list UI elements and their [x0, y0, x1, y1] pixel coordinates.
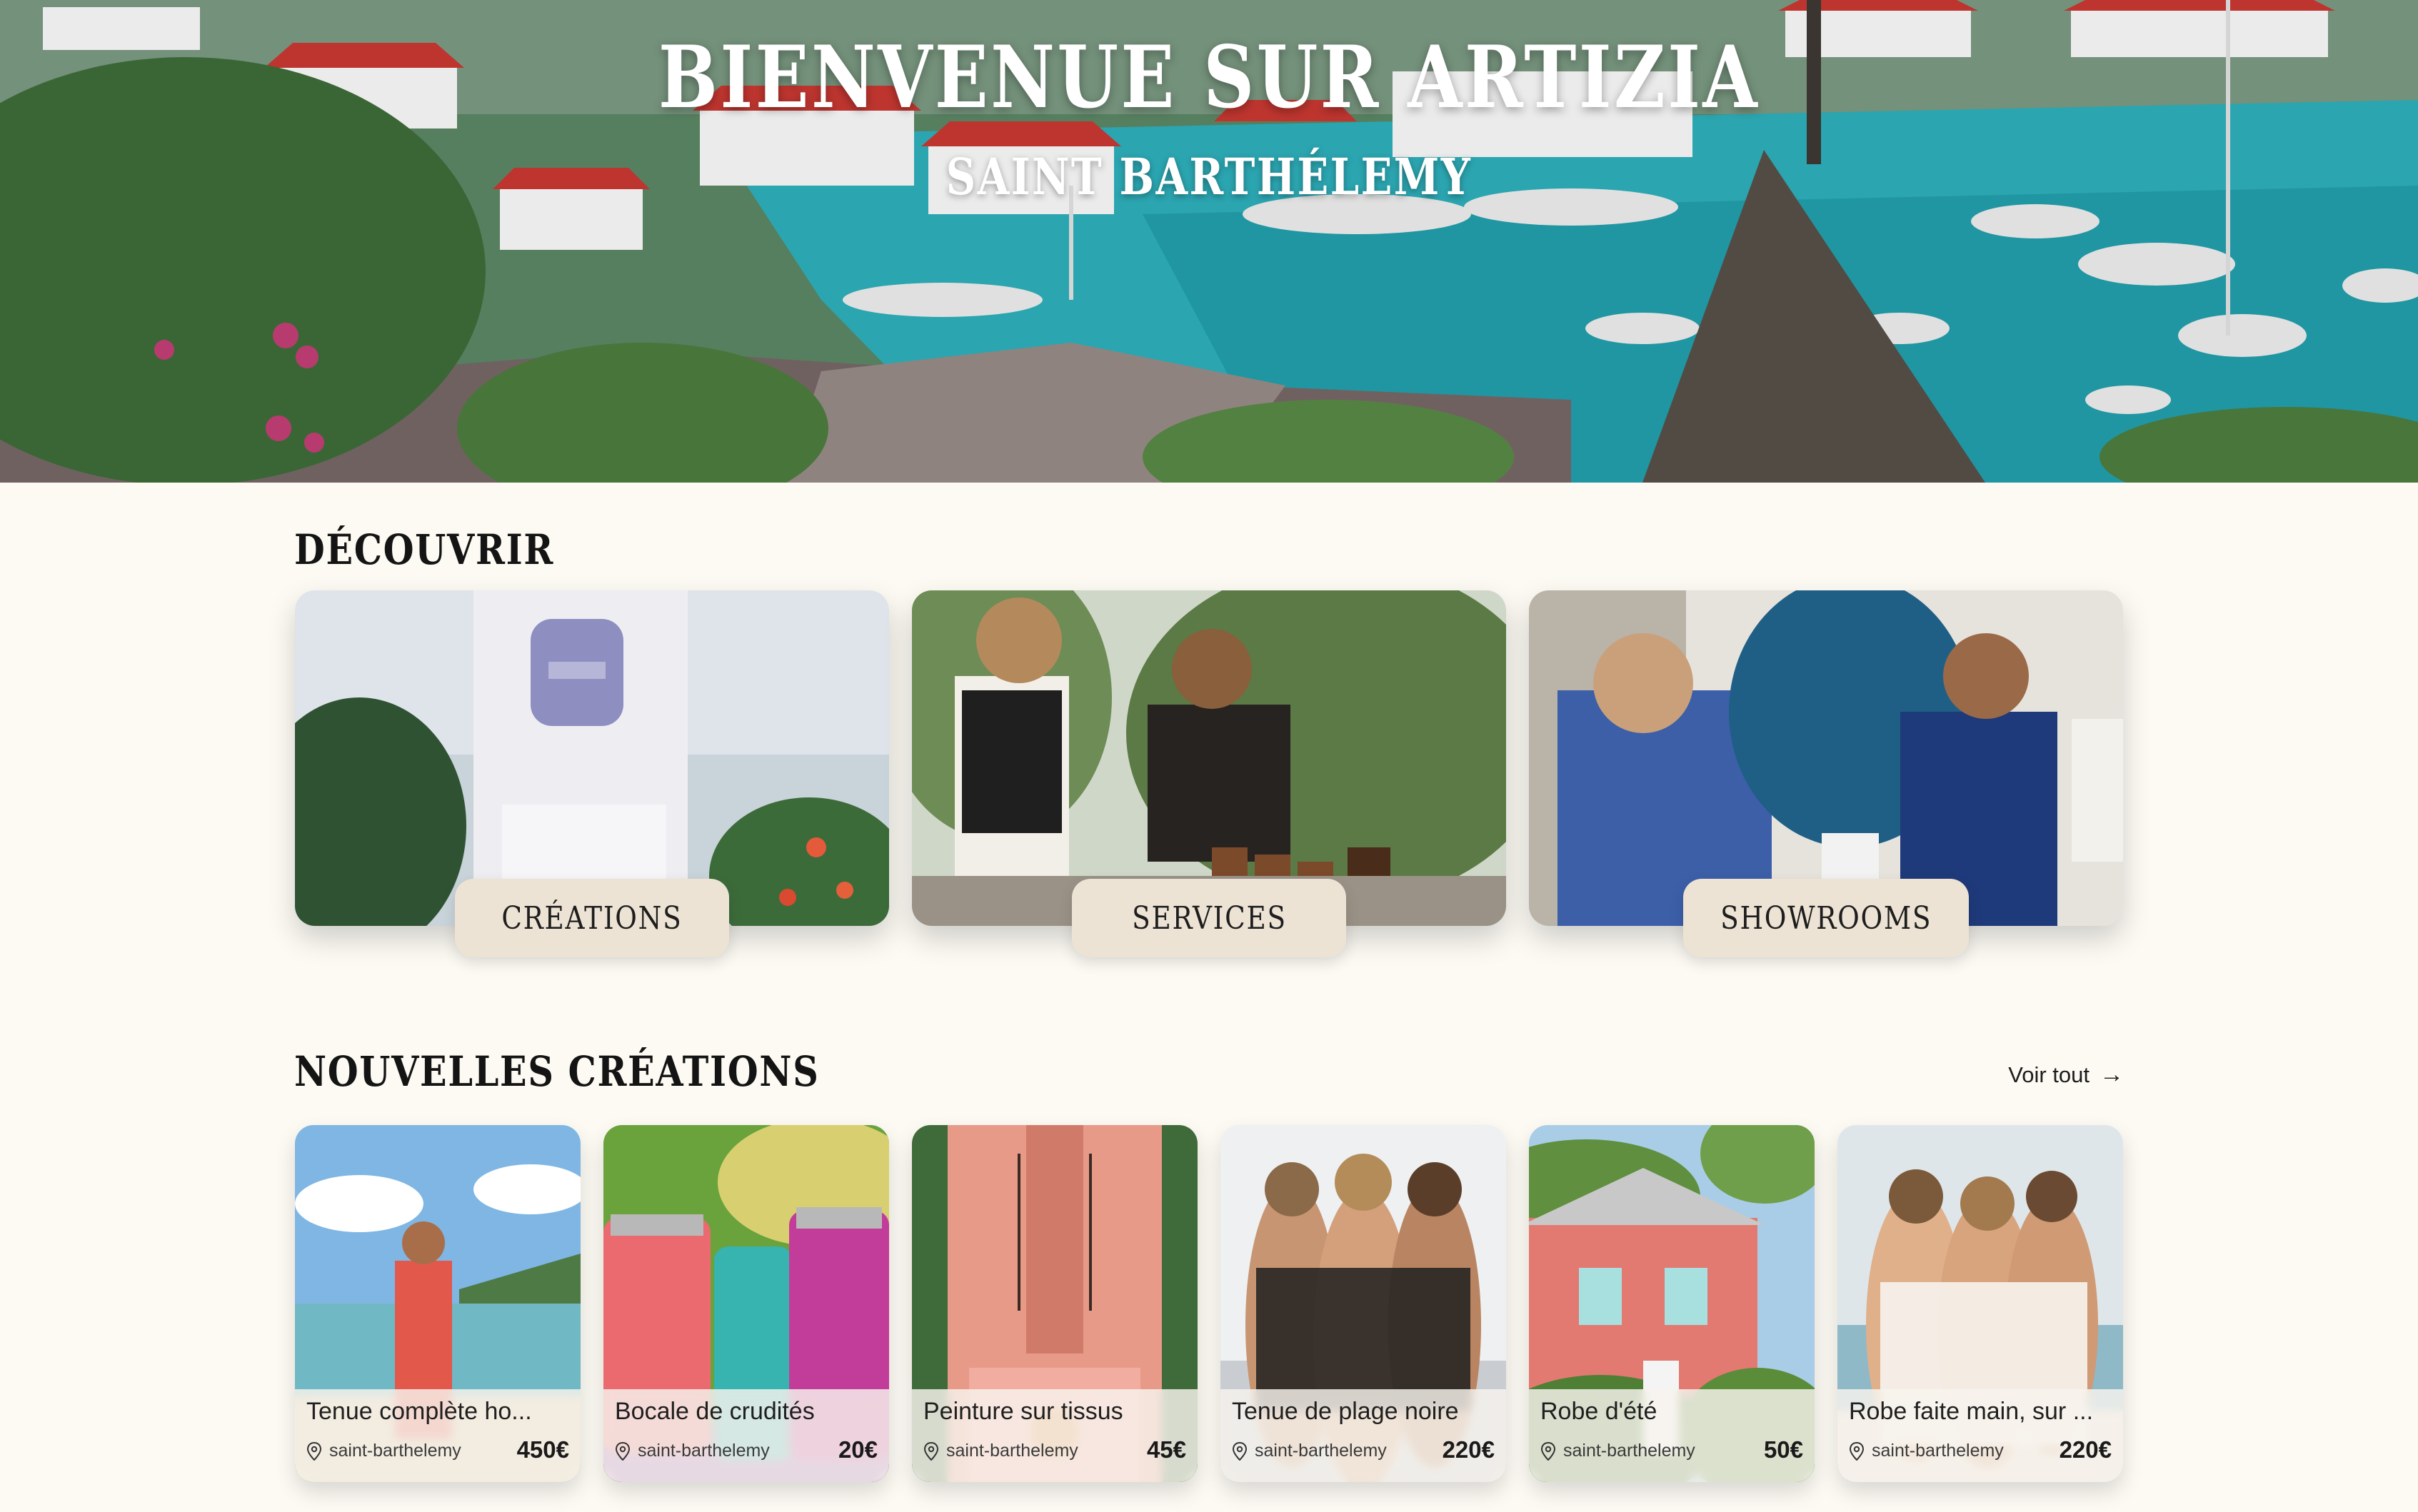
location-pin-icon [1540, 1441, 1556, 1461]
product-info: Peinture sur tissus saint-barthelemy 45€ [912, 1389, 1198, 1482]
product-title: Robe d'été [1540, 1398, 1657, 1425]
creations-image [295, 590, 889, 926]
product-title: Peinture sur tissus [923, 1398, 1123, 1425]
product-price: 220€ [1442, 1436, 1495, 1463]
hero-subtitle: SAINT BARTHÉLEMY [945, 147, 1473, 206]
product-info: Bocale de crudités saint-barthelemy 20€ [603, 1389, 889, 1482]
product-info: Robe faite main, sur ... saint-barthelem… [1837, 1389, 2123, 1482]
new-creations-title: NOUVELLES CRÉATIONS [294, 1047, 820, 1096]
location-pin-icon [1232, 1441, 1248, 1461]
product-card[interactable]: Bocale de crudités saint-barthelemy 20€ [603, 1125, 889, 1482]
creations-button[interactable]: CRÉATIONS [455, 879, 729, 957]
product-price: 220€ [2059, 1436, 2112, 1463]
product-title: Tenue complète ho... [306, 1398, 532, 1425]
product-location: saint-barthelemy [923, 1441, 1078, 1461]
product-info: Robe d'été saint-barthelemy 50€ [1529, 1389, 1815, 1482]
services-image [912, 590, 1506, 926]
showrooms-image [1529, 590, 2123, 926]
product-price: 50€ [1763, 1436, 1803, 1463]
showrooms-button[interactable]: SHOWROOMS [1683, 879, 1969, 957]
discover-card-creations[interactable]: CRÉATIONS [295, 590, 889, 957]
product-price: 20€ [838, 1436, 878, 1463]
product-card[interactable]: Tenue de plage noire saint-barthelemy 22… [1220, 1125, 1506, 1482]
product-location: saint-barthelemy [1540, 1441, 1695, 1461]
product-title: Bocale de crudités [615, 1398, 815, 1425]
product-price: 450€ [516, 1436, 569, 1463]
location-pin-icon [923, 1441, 939, 1461]
product-location: saint-barthelemy [615, 1441, 770, 1461]
hero-title: BIENVENUE SUR ARTIZIA [658, 27, 1760, 128]
product-location: saint-barthelemy [1849, 1441, 2004, 1461]
see-all-link[interactable]: Voir tout → [2008, 1061, 2124, 1089]
product-title: Robe faite main, sur ... [1849, 1398, 2094, 1425]
product-location: saint-barthelemy [1232, 1441, 1387, 1461]
product-info: Tenue complète ho... saint-barthelemy 45… [295, 1389, 581, 1482]
discover-card-services[interactable]: SERVICES [912, 590, 1506, 957]
location-pin-icon [306, 1441, 322, 1461]
product-card[interactable]: Robe d'été saint-barthelemy 50€ [1529, 1125, 1815, 1482]
product-price: 45€ [1146, 1436, 1186, 1463]
product-location: saint-barthelemy [306, 1441, 461, 1461]
see-all-label: Voir tout [2008, 1062, 2090, 1087]
product-info: Tenue de plage noire saint-barthelemy 22… [1220, 1389, 1506, 1482]
product-card[interactable]: Tenue complète ho... saint-barthelemy 45… [295, 1125, 581, 1482]
location-pin-icon [615, 1441, 631, 1461]
arrow-right-icon: → [2100, 1061, 2124, 1088]
discover-section-title: DÉCOUVRIR [294, 525, 555, 574]
product-card[interactable]: Peinture sur tissus saint-barthelemy 45€ [912, 1125, 1198, 1482]
services-button[interactable]: SERVICES [1072, 879, 1346, 957]
product-title: Tenue de plage noire [1232, 1398, 1459, 1425]
hero-banner: BIENVENUE SUR ARTIZIA SAINT BARTHÉLEMY [0, 0, 2418, 483]
discover-card-showrooms[interactable]: SHOWROOMS [1529, 590, 2123, 957]
product-card[interactable]: Robe faite main, sur ... saint-barthelem… [1837, 1125, 2123, 1482]
location-pin-icon [1849, 1441, 1865, 1461]
